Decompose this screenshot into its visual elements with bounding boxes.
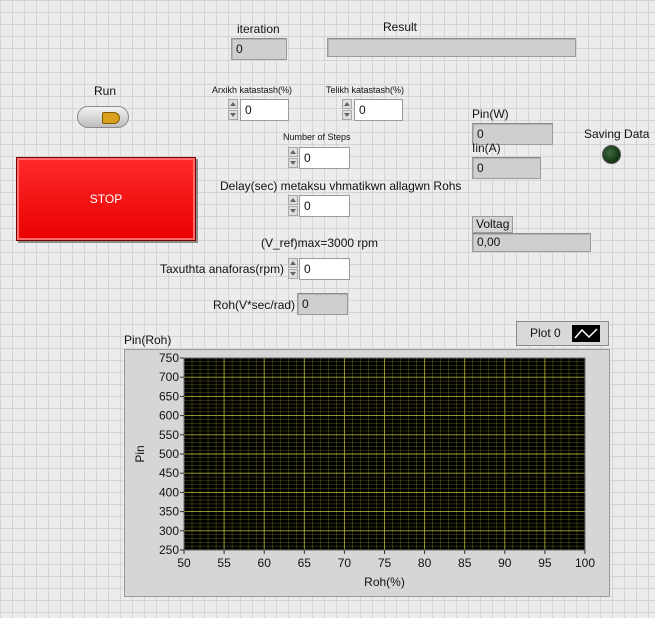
x-tick-label: 65 [298, 556, 312, 570]
increment-arrow-icon[interactable] [288, 258, 298, 268]
y-tick-label: 450 [159, 466, 179, 480]
y-tick-label: 250 [159, 543, 179, 557]
run-led-icon [102, 112, 120, 124]
y-tick-label: 350 [159, 505, 179, 519]
steps-spinner[interactable] [288, 147, 298, 169]
x-axis-label: Roh(%) [364, 575, 405, 589]
pin-label: Pin(W) [472, 107, 509, 121]
decrement-arrow-icon[interactable] [288, 158, 298, 168]
y-tick-label: 750 [159, 351, 179, 365]
x-tick-label: 85 [458, 556, 472, 570]
x-tick-label: 75 [378, 556, 392, 570]
x-tick-label: 95 [538, 556, 552, 570]
run-button[interactable] [77, 106, 129, 128]
iin-label: Iin(A) [472, 141, 501, 155]
voltag-label: Voltag [472, 216, 514, 233]
iteration-label: iteration [237, 22, 280, 36]
graph-title: Pin(Roh) [124, 333, 172, 347]
telikh-input[interactable]: 0 [354, 99, 403, 121]
plot-line-icon [572, 325, 600, 342]
decrement-arrow-icon[interactable] [342, 110, 352, 120]
result-indicator [327, 38, 576, 57]
x-tick-label: 60 [258, 556, 272, 570]
y-tick-label: 700 [159, 370, 179, 384]
decrement-arrow-icon[interactable] [288, 206, 298, 216]
y-tick-label: 500 [159, 447, 179, 461]
y-tick-label: 300 [159, 524, 179, 538]
x-tick-label: 50 [177, 556, 191, 570]
y-tick-label: 550 [159, 428, 179, 442]
y-tick-label: 400 [159, 485, 179, 499]
increment-arrow-icon[interactable] [342, 99, 352, 109]
arxikh-spinner[interactable] [228, 99, 238, 121]
y-axis-label: Pin [133, 445, 147, 462]
y-tick-label: 650 [159, 389, 179, 403]
arxikh-label: Arxikh katastash(%) [212, 85, 293, 95]
telikh-label: Telikh katastash(%) [326, 85, 405, 95]
telikh-spinner[interactable] [342, 99, 352, 121]
voltag-indicator: 0,00 [472, 233, 591, 252]
taxuthta-spinner[interactable] [288, 258, 298, 280]
x-tick-label: 80 [418, 556, 432, 570]
increment-arrow-icon[interactable] [288, 195, 298, 205]
waveform-graph: 50 55 60 65 70 75 80 85 90 95 100 250 300 350 400 450 50… [133, 351, 595, 589]
result-label: Result [383, 20, 418, 34]
taxuthta-label: Taxuthta anaforas(rpm) [160, 262, 285, 276]
iteration-indicator: 0 [231, 38, 287, 60]
delay-input[interactable]: 0 [299, 195, 350, 217]
roh-indicator: 0 [297, 293, 348, 315]
decrement-arrow-icon[interactable] [288, 269, 298, 279]
delay-spinner[interactable] [288, 195, 298, 217]
decrement-arrow-icon[interactable] [228, 110, 238, 120]
iin-indicator: 0 [472, 157, 541, 179]
taxuthta-input[interactable]: 0 [299, 258, 350, 280]
saving-data-label: Saving Data [584, 127, 650, 141]
x-tick-label: 100 [575, 556, 595, 570]
steps-input[interactable]: 0 [299, 147, 350, 169]
arxikh-input[interactable]: 0 [240, 99, 289, 121]
roh-label: Roh(V*sec/rad) [213, 298, 296, 312]
vref-label: (V_ref)max=3000 rpm [261, 236, 379, 250]
x-tick-label: 70 [338, 556, 352, 570]
x-tick-label: 90 [498, 556, 512, 570]
plot-legend-label: Plot 0 [530, 326, 561, 340]
increment-arrow-icon[interactable] [228, 99, 238, 109]
increment-arrow-icon[interactable] [288, 147, 298, 157]
stop-button[interactable]: STOP [16, 157, 196, 241]
delay-label: Delay(sec) metaksu vhmatikwn allagwn Roh… [220, 179, 462, 193]
saving-data-led-icon [602, 145, 621, 164]
steps-label: Number of Steps [283, 132, 351, 142]
x-tick-label: 55 [217, 556, 231, 570]
y-tick-label: 600 [159, 409, 179, 423]
plot-legend[interactable]: Plot 0 [516, 321, 609, 346]
run-label: Run [94, 84, 117, 98]
